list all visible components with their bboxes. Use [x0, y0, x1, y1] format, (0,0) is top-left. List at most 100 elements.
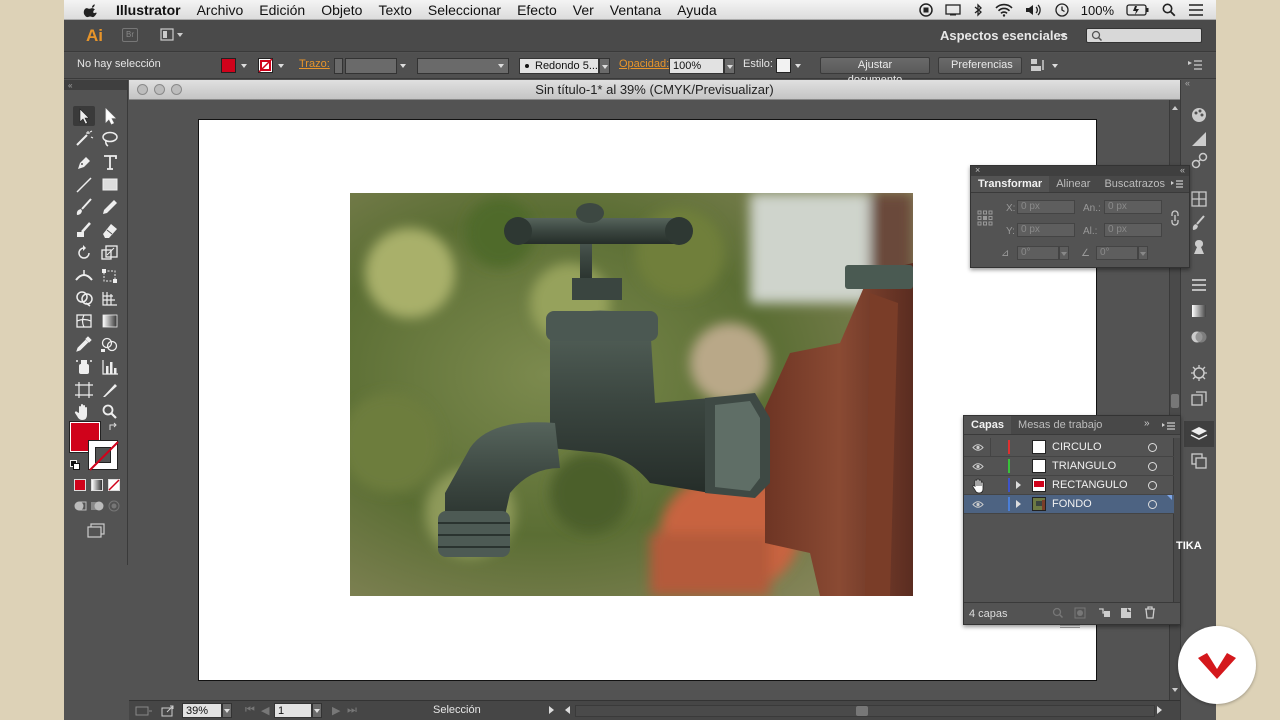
- type-tool[interactable]: [99, 152, 121, 172]
- reference-point-icon[interactable]: [977, 210, 993, 226]
- direct-selection-tool[interactable]: [99, 106, 121, 126]
- opacity-dropdown[interactable]: [724, 58, 735, 74]
- menu-ver[interactable]: Ver: [573, 2, 594, 18]
- expand-layer-icon[interactable]: [1016, 500, 1021, 508]
- color-panel-icon[interactable]: [1190, 106, 1208, 124]
- draw-inside-icon[interactable]: [107, 500, 121, 512]
- mesh-tool[interactable]: [73, 311, 95, 331]
- expand-layer-icon[interactable]: [1016, 481, 1021, 489]
- artboard-number-input[interactable]: 1: [274, 703, 312, 718]
- width-profile-dropdown[interactable]: [498, 64, 504, 68]
- minimize-window-button[interactable]: [154, 84, 165, 95]
- opacity-label[interactable]: Opacidad:: [619, 58, 669, 70]
- layer-target-icon[interactable]: [1148, 500, 1157, 509]
- column-graph-tool[interactable]: [99, 357, 121, 377]
- status-menu-arrow[interactable]: [549, 706, 554, 714]
- layers-panel-menu-icon[interactable]: [1162, 421, 1176, 431]
- create-sublayer-icon[interactable]: [1098, 607, 1111, 619]
- horizontal-scrollbar-thumb[interactable]: [856, 706, 868, 716]
- layer-row-triangulo[interactable]: TRIANGULO: [964, 457, 1174, 476]
- stroke-panel-icon[interactable]: [1190, 276, 1208, 294]
- arrange-documents-icon[interactable]: [160, 28, 184, 42]
- scroll-up-arrow[interactable]: [1172, 106, 1178, 110]
- notification-center-icon[interactable]: [1188, 3, 1204, 17]
- visibility-eye-icon[interactable]: [972, 443, 984, 452]
- artboard-dropdown[interactable]: [312, 703, 322, 718]
- menu-illustrator[interactable]: Illustrator: [116, 2, 181, 18]
- stroke-label[interactable]: Trazo:: [299, 58, 330, 70]
- menu-efecto[interactable]: Efecto: [517, 2, 557, 18]
- preferences-button[interactable]: Preferencias: [938, 57, 1022, 74]
- symbols-panel-icon[interactable]: [1190, 238, 1208, 256]
- eyedropper-tool[interactable]: [73, 334, 95, 354]
- tools-panel-header[interactable]: «: [64, 80, 127, 90]
- close-window-button[interactable]: [137, 84, 148, 95]
- layers-scrollbar[interactable]: [1174, 438, 1180, 602]
- swap-colors-icon[interactable]: [108, 422, 118, 432]
- layer-row-rectangulo[interactable]: RECTANGULO: [964, 476, 1174, 495]
- workspace-dropdown-arrow[interactable]: [1060, 34, 1066, 38]
- menu-seleccionar[interactable]: Seleccionar: [428, 2, 501, 18]
- stroke-weight-field[interactable]: [345, 58, 397, 74]
- tab-alinear[interactable]: Alinear: [1049, 176, 1097, 192]
- bluetooth-icon[interactable]: [973, 3, 983, 17]
- menu-archivo[interactable]: Archivo: [197, 2, 244, 18]
- gradient-tool[interactable]: [99, 311, 121, 331]
- layer-name[interactable]: RECTANGULO: [1052, 479, 1128, 491]
- make-clipping-mask-icon[interactable]: [1074, 607, 1086, 619]
- blend-tool[interactable]: [99, 334, 121, 354]
- layers-panel-icon[interactable]: [1190, 425, 1208, 443]
- status-icon[interactable]: [135, 705, 153, 717]
- fill-color-button[interactable]: [221, 58, 236, 73]
- selection-tool[interactable]: [73, 106, 95, 126]
- variable-width-profile[interactable]: [417, 58, 509, 74]
- pencil-tool[interactable]: [99, 197, 121, 217]
- collapse-transform-panel-icon[interactable]: «: [1180, 165, 1185, 175]
- x-input[interactable]: 0 px: [1017, 200, 1075, 214]
- artboard-tool[interactable]: [73, 380, 95, 400]
- search-help-input[interactable]: [1086, 28, 1202, 43]
- rectangle-tool[interactable]: [99, 175, 121, 195]
- none-mode-button[interactable]: [108, 479, 120, 491]
- appearance-panel-icon[interactable]: [1190, 364, 1208, 382]
- first-artboard-button[interactable]: ⏮: [245, 704, 255, 717]
- draw-normal-icon[interactable]: [73, 500, 87, 512]
- collapse-tools-icon[interactable]: «: [68, 81, 72, 90]
- hand-tool[interactable]: [73, 402, 95, 422]
- bridge-button[interactable]: Br: [122, 28, 138, 42]
- close-transform-panel-icon[interactable]: ×: [975, 165, 980, 175]
- menu-ayuda[interactable]: Ayuda: [677, 2, 716, 18]
- perspective-grid-tool[interactable]: [99, 288, 121, 308]
- graphic-style-dropdown[interactable]: [795, 64, 801, 68]
- collapse-dock-icon[interactable]: «: [1185, 78, 1190, 88]
- layers-resize-grip[interactable]: [1060, 625, 1080, 628]
- layer-name[interactable]: FONDO: [1052, 498, 1092, 510]
- tab-capas[interactable]: Capas: [964, 416, 1012, 434]
- stroke-dropdown-arrow[interactable]: [278, 64, 284, 68]
- zoom-tool[interactable]: [99, 402, 121, 422]
- tab-mesas-de-trabajo[interactable]: Mesas de trabajo: [1011, 416, 1109, 434]
- share-icon[interactable]: [161, 704, 175, 717]
- layer-row-circulo[interactable]: CIRCULO: [964, 438, 1174, 457]
- brushes-panel-icon[interactable]: [1190, 214, 1208, 232]
- color-guide-icon[interactable]: [1190, 130, 1208, 148]
- lasso-tool[interactable]: [99, 129, 121, 149]
- layer-row-fondo[interactable]: FONDO: [964, 495, 1174, 514]
- gradient-mode-button[interactable]: [91, 479, 103, 491]
- paintbrush-tool[interactable]: [73, 197, 95, 217]
- default-colors-icon[interactable]: [70, 460, 80, 470]
- previous-artboard-button[interactable]: ◀: [261, 704, 269, 717]
- locate-object-icon[interactable]: [1052, 607, 1064, 619]
- menu-edicion[interactable]: Edición: [259, 2, 305, 18]
- rotate-angle-dropdown[interactable]: [1059, 246, 1069, 260]
- zoom-window-button[interactable]: [171, 84, 182, 95]
- brush-definition[interactable]: Redondo 5...: [519, 58, 599, 74]
- align-options-icon[interactable]: [1030, 58, 1046, 72]
- transform-panel-header[interactable]: × «: [971, 165, 1189, 176]
- opacity-input[interactable]: 100%: [669, 58, 724, 74]
- constrain-proportions-icon[interactable]: [1169, 210, 1181, 226]
- visibility-eye-icon[interactable]: [972, 500, 984, 509]
- rotate-tool[interactable]: [73, 243, 95, 263]
- transparency-panel-icon[interactable]: [1190, 328, 1208, 346]
- eraser-tool[interactable]: [99, 220, 121, 240]
